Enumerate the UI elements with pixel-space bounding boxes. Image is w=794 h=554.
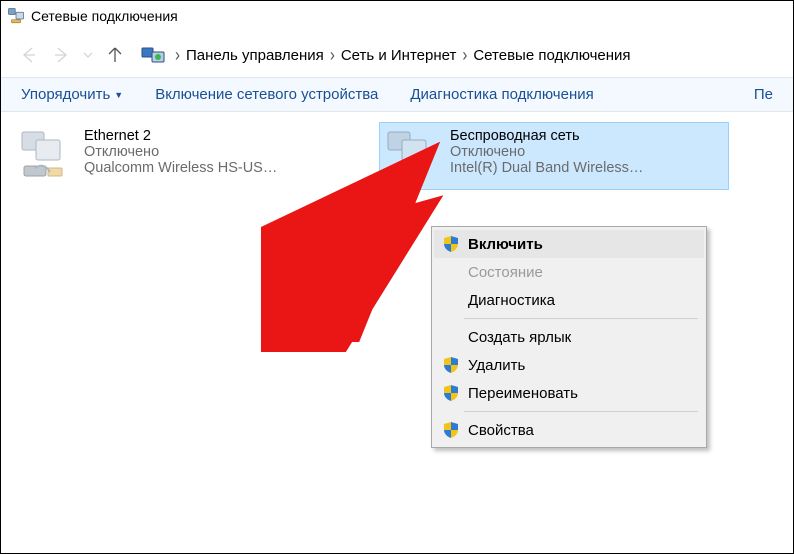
organize-label: Упорядочить	[21, 86, 110, 103]
context-delete[interactable]: Удалить	[434, 351, 704, 379]
nav-up-button[interactable]	[105, 45, 125, 65]
breadcrumb[interactable]: › Панель управления › Сеть и Интернет › …	[135, 43, 631, 67]
diagnose-connection-button[interactable]: Диагностика подключения	[410, 86, 593, 103]
organize-button[interactable]: Упорядочить ▼	[21, 86, 123, 103]
context-enable-label: Включить	[468, 236, 543, 253]
adapter-item-wireless[interactable]: Беспроводная сеть Отключено Intel(R) Dua…	[379, 122, 729, 190]
nav-back-button[interactable]	[19, 45, 39, 65]
dropdown-icon: ▼	[114, 90, 123, 100]
breadcrumb-item[interactable]: Панель управления	[186, 47, 324, 64]
adapter-status: Отключено	[84, 144, 277, 160]
adapter-device: Qualcomm Wireless HS-US…	[84, 160, 277, 176]
toolbar: Упорядочить ▼ Включение сетевого устройс…	[1, 77, 793, 112]
window-title: Сетевые подключения	[31, 8, 178, 24]
adapter-status: Отключено	[450, 144, 643, 160]
network-connections-icon	[7, 7, 25, 25]
context-status: Состояние	[434, 258, 704, 286]
adapter-name: Ethernet 2	[84, 128, 277, 144]
navbar: › Панель управления › Сеть и Интернет › …	[1, 31, 793, 77]
context-diagnose-label: Диагностика	[468, 292, 555, 309]
titlebar: Сетевые подключения	[1, 1, 793, 31]
adapter-icon	[386, 128, 442, 184]
shield-icon	[442, 384, 460, 402]
nav-recent-dropdown[interactable]	[83, 45, 93, 65]
context-properties[interactable]: Свойства	[434, 416, 704, 444]
context-enable[interactable]: Включить	[434, 230, 704, 258]
breadcrumb-separator: ›	[462, 45, 467, 65]
control-panel-icon	[141, 43, 165, 67]
adapter-icon	[20, 128, 76, 184]
shield-icon	[442, 235, 460, 253]
adapter-device: Intel(R) Dual Band Wireless…	[450, 160, 643, 176]
breadcrumb-separator: ›	[330, 45, 335, 65]
context-delete-label: Удалить	[468, 357, 525, 374]
context-status-label: Состояние	[468, 264, 543, 281]
breadcrumb-item[interactable]: Сетевые подключения	[473, 47, 630, 64]
nav-forward-button[interactable]	[51, 45, 71, 65]
content-area: Ethernet 2 Отключено Qualcomm Wireless H…	[1, 112, 793, 200]
context-shortcut-label: Создать ярлык	[468, 329, 571, 346]
annotation-arrow	[261, 192, 451, 352]
context-properties-label: Свойства	[468, 422, 534, 439]
adapter-name: Беспроводная сеть	[450, 128, 643, 144]
context-rename[interactable]: Переименовать	[434, 379, 704, 407]
context-rename-label: Переименовать	[468, 385, 578, 402]
breadcrumb-separator: ›	[175, 45, 180, 65]
context-create-shortcut[interactable]: Создать ярлык	[434, 323, 704, 351]
shield-icon	[442, 421, 460, 439]
enable-device-button[interactable]: Включение сетевого устройства	[155, 86, 378, 103]
shield-icon	[442, 356, 460, 374]
menu-separator	[464, 411, 698, 412]
menu-separator	[464, 318, 698, 319]
context-menu: Включить Состояние Диагностика Создать я…	[431, 226, 707, 448]
breadcrumb-item[interactable]: Сеть и Интернет	[341, 47, 457, 64]
toolbar-more[interactable]: Пе	[754, 86, 773, 103]
context-diagnose[interactable]: Диагностика	[434, 286, 704, 314]
adapter-item-ethernet[interactable]: Ethernet 2 Отключено Qualcomm Wireless H…	[13, 122, 363, 190]
